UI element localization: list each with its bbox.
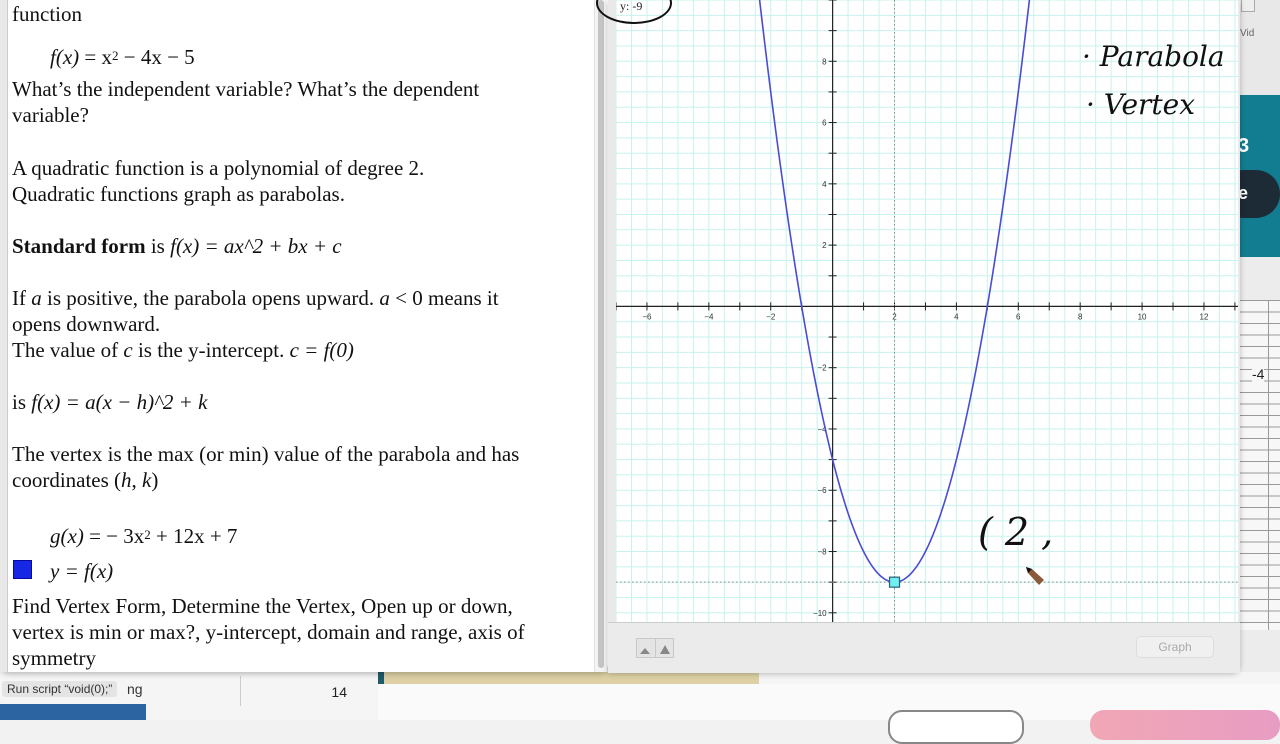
graph-button[interactable]: Graph — [1136, 636, 1214, 658]
document-window: function f(x) = x2 − 4x − 5 What’s the i… — [0, 0, 608, 672]
text-quadratic-def: A quadratic function is a polynomial of … — [12, 156, 425, 180]
mountain-large-icon — [659, 645, 670, 654]
task-line-1: Find Vertex Form, Determine the Vertex, … — [12, 594, 513, 618]
x-tick-label: −2 — [766, 312, 776, 321]
x-tick-label: −4 — [704, 312, 714, 321]
annotation-vertex-coords: ( 2 , — [978, 510, 1054, 554]
y-tick-label: −10 — [813, 609, 827, 618]
legend-color-swatch[interactable] — [13, 560, 32, 579]
standard-form-is: is — [145, 234, 171, 258]
text-seg: is positive, the parabola opens upward. — [41, 286, 380, 310]
status-tooltip: Run script “void(0);” — [2, 681, 118, 697]
background-cell-value: 14 — [331, 684, 347, 700]
zoom-in-button[interactable] — [656, 639, 674, 657]
standard-form-formula: f(x) = ax^2 + bx + c — [170, 234, 342, 258]
text-vertex-form: is f(x) = a(x − h)^2 + k — [12, 389, 207, 415]
background-tan-strip — [378, 672, 759, 684]
background-table-cell: 14 — [240, 676, 371, 706]
background-checkbox[interactable] — [1241, 0, 1255, 12]
background-spreadsheet-value: -4 — [1252, 366, 1265, 382]
equation-g-eq: = − 3x — [83, 524, 145, 548]
y-tick-label: −8 — [817, 548, 827, 557]
y-tick-label: −6 — [817, 486, 827, 495]
background-app-header — [1238, 0, 1280, 95]
equation-g-rest: + 12x + 7 — [150, 524, 238, 548]
document-scroll-thumb[interactable] — [598, 0, 604, 668]
background-spreadsheet — [1238, 300, 1280, 630]
var-c: c — [123, 338, 133, 362]
y-tick-label: 8 — [822, 57, 827, 66]
c-formula: c = f(0) — [289, 338, 354, 362]
equation-f-eq: = x — [79, 45, 112, 69]
text-standard-form: Standard form is f(x) = ax^2 + bx + c — [12, 233, 342, 259]
annotation-parabola: · Parabola — [1082, 40, 1225, 73]
var-a: a — [31, 286, 42, 310]
x-tick-label: 4 — [954, 312, 959, 321]
background-outline-button[interactable] — [888, 710, 1024, 744]
text-c-value: The value of c is the y-intercept. c = f… — [12, 337, 354, 363]
x-tick-label: 10 — [1138, 312, 1147, 321]
background-app-label: Vid — [1240, 28, 1255, 39]
text-quadratic-graph: Quadratic functions graph as parabolas. — [12, 182, 345, 206]
vertex-form-formula: f(x) = a(x − h)^2 + k — [31, 390, 208, 414]
task-line-2: vertex is min or max?, y-intercept, doma… — [12, 620, 525, 644]
document-left-edge — [0, 0, 8, 672]
text-seg: coordinates ( — [12, 468, 122, 492]
y-tick-label: 6 — [822, 119, 827, 128]
x-tick-label: 6 — [1016, 312, 1021, 321]
legend-y-equals-f: y = f(x) — [50, 559, 114, 583]
equation-g-lhs: g(x) — [50, 524, 84, 548]
standard-form-label: Standard form — [12, 234, 146, 258]
task-line-3: symmetry — [12, 646, 96, 670]
text-seg: , — [131, 468, 143, 492]
grapher-footer: Graph — [608, 622, 1240, 673]
var-k: k — [142, 468, 152, 492]
x-tick-label: 12 — [1200, 312, 1209, 321]
text-seg: ) — [151, 468, 159, 492]
text-seg: The value of — [12, 338, 124, 362]
background-partial-text: ng — [127, 681, 143, 697]
y-tick-label: 2 — [822, 241, 827, 250]
question-variables: What’s the independent variable? What’s … — [12, 77, 480, 101]
mountain-small-icon — [640, 648, 650, 654]
var-h: h — [121, 468, 132, 492]
text-vertex-def: The vertex is the max (or min) value of … — [12, 442, 520, 466]
x-tick-label: −6 — [642, 312, 652, 321]
zoom-controls — [636, 638, 674, 658]
text-a-positive: If a is positive, the parabola opens upw… — [12, 285, 499, 311]
var-a: a — [379, 286, 390, 310]
text-function: function — [12, 2, 82, 26]
y-tick-label: −2 — [817, 364, 827, 373]
document-scrollbar[interactable] — [594, 0, 607, 672]
x-tick-label: 8 — [1078, 312, 1083, 321]
y-tick-label: 4 — [822, 180, 827, 189]
equation-f-exponent: 2 — [112, 48, 119, 63]
vertex-point-marker[interactable] — [888, 576, 901, 588]
vertex-form-is: is — [12, 390, 32, 414]
equation-f-lhs: f(x) — [50, 45, 80, 69]
background-pink-button[interactable] — [1090, 710, 1280, 740]
text-opens-downward: opens downward. — [12, 312, 161, 336]
text-seg: < 0 means it — [389, 286, 499, 310]
equation-f: f(x) = x2 − 4x − 5 — [50, 44, 195, 73]
question-variables-cont: variable? — [12, 103, 89, 127]
text-seg: If — [12, 286, 32, 310]
zoom-out-button[interactable] — [637, 639, 656, 657]
equation-g: g(x) = − 3x2 + 12x + 7 — [50, 523, 237, 552]
coordinate-readout: y: -9 — [620, 0, 643, 13]
text-seg: is the y-intercept. — [132, 338, 290, 362]
background-blue-bar — [0, 704, 146, 720]
text-vertex-coords: coordinates (h, k) — [12, 467, 158, 493]
annotation-vertex: · Vertex — [1086, 88, 1196, 121]
equation-f-rest: − 4x − 5 — [118, 45, 195, 69]
pencil-cursor-icon — [1026, 567, 1044, 585]
equation-g-exponent: 2 — [144, 527, 151, 542]
